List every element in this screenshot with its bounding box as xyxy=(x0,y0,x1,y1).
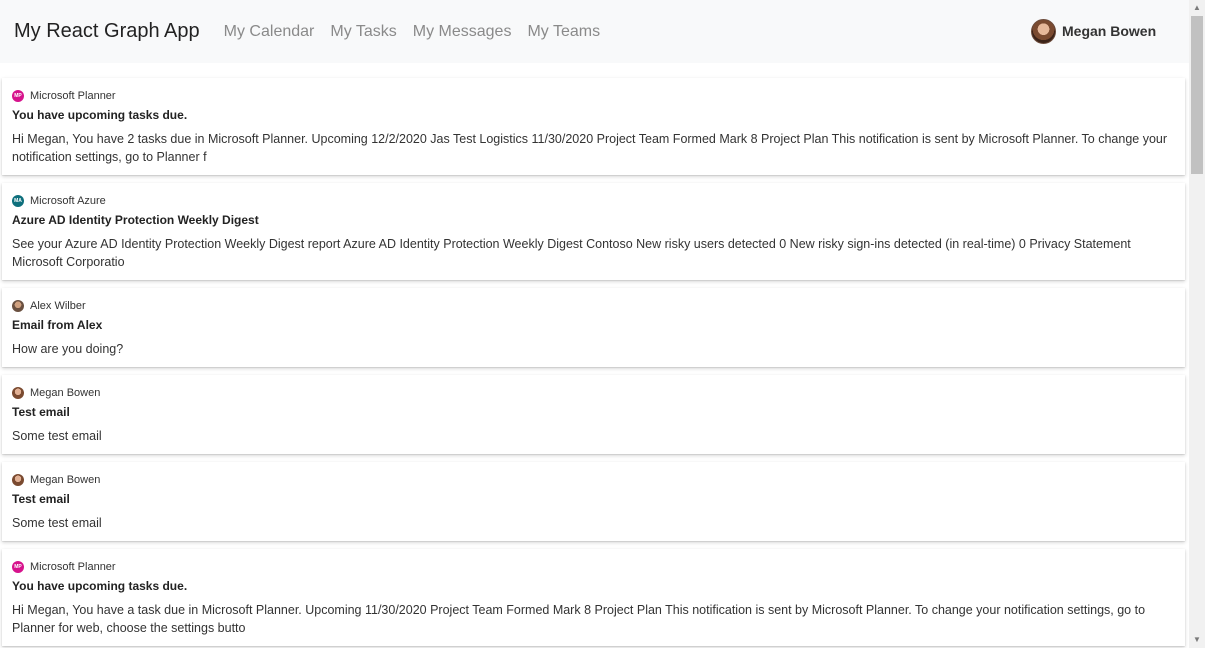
sender-name: Microsoft Azure xyxy=(30,195,106,207)
message-subject: Azure AD Identity Protection Weekly Dige… xyxy=(12,213,259,227)
sender-name: Megan Bowen xyxy=(30,474,101,486)
nav-my-tasks[interactable]: My Tasks xyxy=(330,23,396,41)
message-subject: Test email xyxy=(12,405,70,419)
user-avatar xyxy=(1031,18,1056,44)
message-subject: Email from Alex xyxy=(12,318,103,332)
top-navbar: My React Graph App My Calendar My Tasks … xyxy=(0,0,1189,63)
message-card[interactable]: MP Microsoft Planner You have upcoming t… xyxy=(2,549,1185,646)
scroll-thumb[interactable] xyxy=(1191,16,1203,174)
avatar-megan-icon xyxy=(12,387,24,399)
message-card[interactable]: Alex Wilber Email from Alex How are you … xyxy=(2,288,1185,367)
nav-my-teams[interactable]: My Teams xyxy=(527,23,600,41)
message-preview: Hi Megan, You have 2 tasks due in Micros… xyxy=(12,132,1168,164)
message-preview: Some test email xyxy=(12,429,102,443)
message-card[interactable]: Megan Bowen Test email Some test email xyxy=(2,462,1185,541)
message-preview: See your Azure AD Identity Protection We… xyxy=(12,237,1131,269)
vertical-scrollbar[interactable]: ▲ ▼ xyxy=(1189,0,1205,648)
scroll-down-icon[interactable]: ▼ xyxy=(1189,632,1205,648)
message-preview: Hi Megan, You have a task due in Microso… xyxy=(12,603,1146,635)
nav-my-calendar[interactable]: My Calendar xyxy=(224,23,315,41)
message-card[interactable]: Megan Bowen Test email Some test email xyxy=(2,375,1185,454)
user-name: Megan Bowen xyxy=(1062,23,1157,39)
message-feed: MP Microsoft Planner You have upcoming t… xyxy=(2,78,1185,648)
message-card[interactable]: MP Microsoft Planner You have upcoming t… xyxy=(2,78,1185,175)
sender-name: Microsoft Planner xyxy=(30,561,116,573)
planner-icon: MP xyxy=(12,561,24,573)
sender-name: Megan Bowen xyxy=(30,387,101,399)
message-subject: You have upcoming tasks due. xyxy=(12,579,188,593)
sender-name: Microsoft Planner xyxy=(30,90,116,102)
user-menu[interactable]: Megan Bowen xyxy=(1031,18,1156,44)
message-preview: How are you doing? xyxy=(12,342,124,356)
sender-row: Alex Wilber xyxy=(12,299,1175,313)
sender-row: MP Microsoft Planner xyxy=(12,560,1175,574)
nav-my-messages[interactable]: My Messages xyxy=(413,23,512,41)
avatar-alex-icon xyxy=(12,300,24,312)
planner-icon: MP xyxy=(12,90,24,102)
azure-icon: MA xyxy=(12,195,24,207)
message-subject: Test email xyxy=(12,492,70,506)
sender-row: Megan Bowen xyxy=(12,473,1175,487)
app-brand[interactable]: My React Graph App xyxy=(14,20,200,43)
sender-row: MP Microsoft Planner xyxy=(12,89,1175,103)
sender-row: Megan Bowen xyxy=(12,386,1175,400)
message-preview: Some test email xyxy=(12,516,102,530)
avatar-megan-icon xyxy=(12,474,24,486)
scroll-up-icon[interactable]: ▲ xyxy=(1189,0,1205,16)
sender-row: MA Microsoft Azure xyxy=(12,194,1175,208)
sender-name: Alex Wilber xyxy=(30,300,86,312)
message-card[interactable]: MA Microsoft Azure Azure AD Identity Pro… xyxy=(2,183,1185,280)
message-subject: You have upcoming tasks due. xyxy=(12,108,188,122)
